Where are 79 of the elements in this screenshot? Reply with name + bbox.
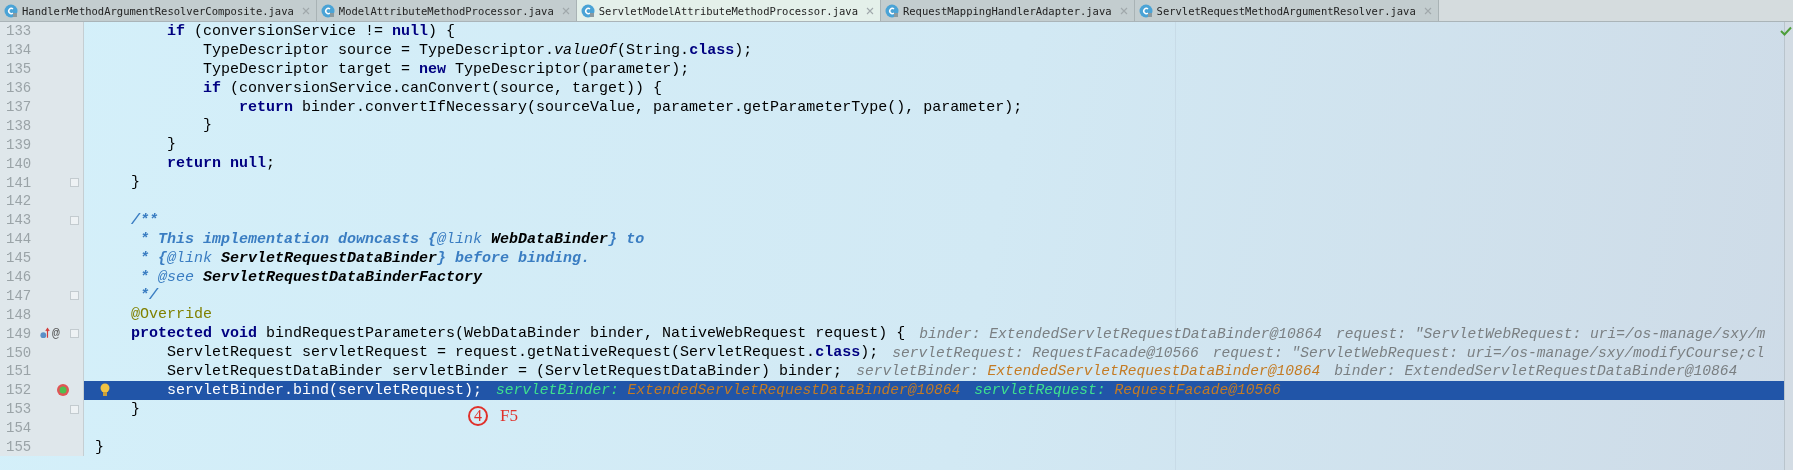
line-number: 149 [6,325,33,342]
code-line: TypeDescriptor source = TypeDescriptor.valueOf(String.class); [203,41,753,59]
lightbulb-icon[interactable] [100,383,110,398]
code-line: } [167,136,177,154]
inline-debug-value: binder: ExtendedServletRequestDataBinder@10864 [1334,363,1738,380]
line-number: 143 [6,212,33,229]
fold-marker-icon[interactable] [70,178,79,188]
code-line: return null; [167,155,276,173]
line-number: 151 [6,363,33,380]
close-icon[interactable] [865,6,874,15]
code-line: } [203,117,213,135]
code-line: servletBinder.bind(servletRequest); [167,381,483,399]
inline-debug-value: servletRequest: RequestFacade@10566 [974,382,1281,399]
inline-debug-value: binder: ExtendedServletRequestDataBinder@10864 [919,325,1323,342]
line-number: 137 [6,99,33,115]
line-number: 144 [6,231,33,248]
code-line: ServletRequestDataBinder servletBinder = (ServletRequestDataBinder) binder; [167,362,843,380]
code-line: } [131,400,141,418]
inline-debug-value: request: "ServletWebRequest: uri=/os-manage/sxy/modifyCourse;cl [1212,344,1765,361]
code-line: TypeDescriptor target = new TypeDescriptor(parameter); [203,60,690,78]
class-icon [320,3,335,18]
editor-tab[interactable]: ModelAttributeMethodProcessor.java [316,0,577,21]
code-line: protected void bindRequestParameters(WebDataBinder binder, NativeWebRequest request) { [131,325,906,343]
fold-marker-icon[interactable] [70,329,79,339]
code-line: if (conversionService.canConvert(source, target)) { [203,79,663,97]
class-icon [4,3,18,18]
line-number: 155 [6,439,33,456]
class-icon [1138,3,1153,18]
line-number: 152 [6,382,33,399]
line-number: 145 [6,250,33,267]
check-icon [1780,26,1792,36]
line-number: 139 [6,136,33,153]
line-number: 135 [6,61,33,78]
inline-debug-value: servletRequest: RequestFacade@10566 [892,344,1199,361]
code-line: */ [140,287,159,305]
code-line: /** [131,211,159,229]
line-number: 141 [6,174,33,191]
line-number: 138 [6,117,33,134]
code-line: } [95,438,104,456]
implements-marker[interactable]: @ [52,326,60,342]
code-line: * This implementation downcasts {@link WebDataBinder} to [140,230,645,248]
fold-marker-icon[interactable] [70,215,79,225]
code-line: @Override [131,306,213,324]
line-number: 133 [6,23,33,40]
override-icon[interactable] [40,327,50,341]
code-line: ServletRequest servletRequest = request.getNativeRequest(ServletRequest.class); [167,344,879,362]
line-number: 140 [6,155,33,172]
code-line: return binder.convertIfNecessary(sourceValue, parameter.getParameterType(), parameter); [239,98,1023,116]
key-label: F5 [500,406,518,426]
line-number: 153 [6,401,33,418]
code-line: * @see ServletRequestDataBinderFactory [140,268,483,286]
close-icon[interactable] [301,6,310,15]
fold-marker-icon[interactable] [70,291,79,301]
close-icon[interactable] [1423,6,1432,15]
line-number: 142 [6,193,33,210]
close-icon[interactable] [561,6,570,15]
editor-tab[interactable]: ServletModelAttributeMethodProcessor.java [576,0,881,21]
editor-tab[interactable]: HandlerMethodArgumentResolverComposite.java [0,0,317,21]
fold-marker-icon[interactable] [70,404,79,414]
line-number: 146 [6,269,33,285]
close-icon[interactable] [1119,6,1128,15]
code-line: } [131,174,141,192]
breakpoint-icon[interactable] [56,383,70,398]
line-number: 150 [6,344,33,361]
inline-debug-value: servletBinder: ExtendedServletRequestDataBinder@10864 [856,363,1321,380]
line-number: 147 [6,287,33,304]
inline-debug-value: servletBinder: ExtendedServletRequestDataBinder@10864 [496,382,961,399]
editor-tab[interactable]: ServletRequestMethodArgumentResolver.java [1134,0,1439,21]
inline-debug-value: request: "ServletWebRequest: uri=/os-manage/sxy/m [1336,325,1766,342]
line-number: 136 [6,80,33,97]
line-number: 134 [6,42,33,59]
class-icon [884,3,899,18]
step-number: 4 [468,406,488,426]
code-line: if (conversionService != null) { [167,22,456,40]
editor-tab[interactable]: RequestMappingHandlerAdapter.java [880,0,1135,21]
code-line: * {@link ServletRequestDataBinder} before binding. [140,249,591,267]
class-icon [580,3,595,18]
line-number: 148 [6,306,33,323]
line-number: 154 [6,420,33,437]
